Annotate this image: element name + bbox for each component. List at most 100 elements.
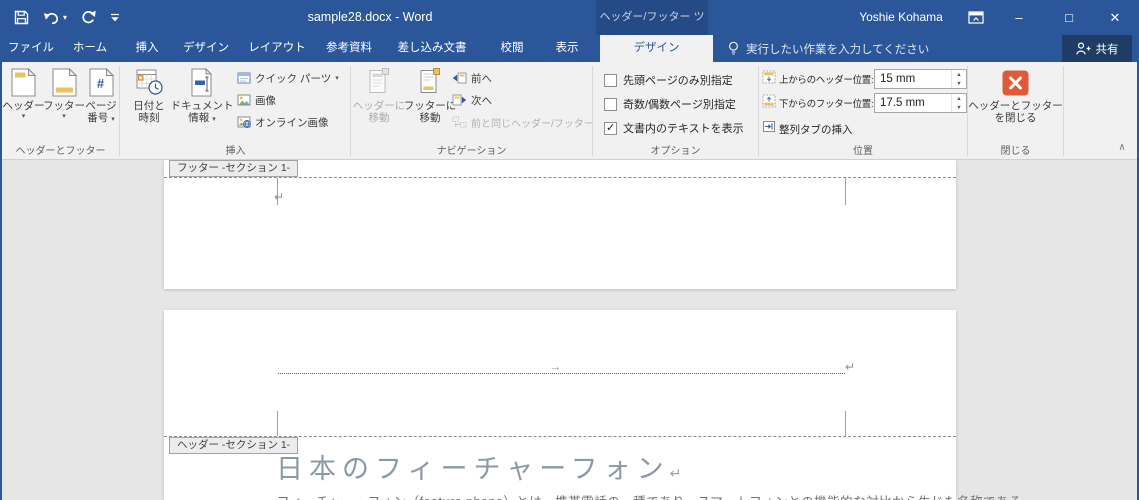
- document-title-text[interactable]: 日本のフィーチャーフォン↵: [276, 447, 681, 486]
- ribbon: ヘッダー ▾ フッター ▾ # ページ 番号 ▾ ヘッダーとフッター 日付と 時…: [0, 62, 1139, 160]
- goto-header-icon: [368, 68, 390, 100]
- next-icon: [452, 94, 467, 106]
- tab-design[interactable]: デザイン: [175, 35, 237, 62]
- header-from-top-spinner[interactable]: ▲ ▼: [874, 69, 967, 89]
- header-from-top-input[interactable]: [875, 70, 951, 88]
- checkbox-different-odd-even[interactable]: 奇数/偶数ページ別指定: [604, 92, 736, 116]
- group-separator: [592, 66, 593, 156]
- link-previous-nav-button[interactable]: 前へ: [452, 67, 594, 89]
- tab-mailings[interactable]: 差し込み文書: [390, 35, 475, 62]
- checkbox-unchecked[interactable]: [604, 97, 617, 111]
- checkbox-unchecked[interactable]: [604, 73, 617, 87]
- ribbon-tab-row: ファイル ホーム 挿入 デザイン レイアウト 参考資料 差し込み文書 校閲 表示…: [0, 35, 1139, 62]
- collapse-ribbon-icon: ∧: [1118, 142, 1126, 153]
- spinner-down-icon[interactable]: ▼: [952, 79, 966, 88]
- goto-footer-button[interactable]: フッターに 移動: [404, 66, 456, 124]
- header-position-icon: [762, 70, 776, 89]
- word-window: ▾ sample28.docx - Word ヘッダー/フッター ツール Yos…: [0, 0, 1139, 500]
- link-to-previous-button-disabled: 前と同じヘッダー/フッター: [452, 111, 594, 133]
- quick-access-toolbar: ▾: [14, 0, 120, 35]
- customize-qat-icon: [111, 13, 120, 21]
- ribbon-display-options-icon: [968, 11, 984, 24]
- document-page-1[interactable]: [164, 160, 956, 289]
- minimize-button[interactable]: –: [1002, 0, 1036, 35]
- online-pictures-icon: [237, 116, 251, 128]
- online-pictures-button[interactable]: オンライン画像: [237, 111, 339, 133]
- maximize-icon: □: [1065, 10, 1073, 25]
- margin-marker: [845, 178, 846, 205]
- group-label-header-footer: ヘッダーとフッター: [15, 146, 106, 157]
- svg-text:#: #: [96, 76, 104, 91]
- group-label-insert: 挿入: [225, 146, 246, 157]
- footer-from-bottom-input[interactable]: [875, 94, 951, 112]
- page-number-icon: #: [89, 68, 114, 100]
- date-time-button[interactable]: 日付と 時刻: [126, 66, 172, 124]
- goto-footer-icon: [419, 68, 441, 100]
- share-button[interactable]: 共有: [1062, 35, 1132, 62]
- ribbon-display-options-button[interactable]: [959, 0, 993, 35]
- paragraph-mark: ↵: [274, 190, 285, 204]
- repeat-button[interactable]: [81, 10, 96, 25]
- collapse-ribbon-button[interactable]: ∧: [1110, 142, 1134, 158]
- checkbox-checked[interactable]: ✓: [604, 121, 617, 135]
- account-user-name[interactable]: Yoshie Kohama: [845, 0, 957, 35]
- save-icon: [14, 10, 29, 25]
- close-window-button[interactable]: ✕: [1098, 0, 1132, 35]
- checkbox-show-document-text[interactable]: ✓ 文書内のテキストを表示: [604, 116, 744, 140]
- lightbulb-icon: [728, 41, 739, 55]
- header-dropdown-button[interactable]: ヘッダー ▾: [3, 66, 45, 124]
- undo-caret-icon[interactable]: ▾: [63, 13, 67, 22]
- spinner-down-icon[interactable]: ▼: [952, 103, 966, 112]
- link-to-previous-icon: [452, 116, 467, 128]
- tab-insert[interactable]: 挿入: [128, 35, 167, 62]
- tab-review[interactable]: 校閲: [493, 35, 532, 62]
- goto-header-button-disabled: ヘッダーに 移動: [353, 66, 405, 124]
- checkbox-different-first-page[interactable]: 先頭ページのみ別指定: [604, 68, 733, 92]
- quick-parts-button[interactable]: クイック パーツ ▾: [237, 67, 339, 89]
- next-nav-button[interactable]: 次へ: [452, 89, 594, 111]
- header-from-top-label: 上からのヘッダー位置:: [779, 75, 874, 86]
- tab-layout[interactable]: レイアウト: [240, 35, 314, 62]
- check-icon: ✓: [606, 121, 616, 134]
- page-number-dropdown-button[interactable]: # ページ 番号 ▾: [84, 66, 118, 124]
- group-position: 上からのヘッダー位置: ▲ ▼ 下からのフッター位置: ▲: [760, 62, 967, 159]
- tab-view[interactable]: 表示: [548, 35, 587, 62]
- group-separator: [350, 66, 351, 156]
- pictures-icon: [237, 94, 251, 106]
- caret-down-icon: ▾: [111, 116, 115, 123]
- close-header-footer-icon: [1002, 70, 1029, 100]
- footer-position-icon: [762, 94, 776, 113]
- footer-section-tag: フッター -セクション 1-: [169, 160, 299, 177]
- tell-me-box[interactable]: 実行したい作業を入力してください: [728, 35, 929, 62]
- document-body-first-line[interactable]: フィーチャー・フォン（feature phone）とは、携帯電話の一種であり、ス…: [277, 491, 1035, 500]
- margin-marker: [845, 411, 846, 436]
- tab-headerfooter-design-active[interactable]: デザイン: [600, 35, 713, 62]
- undo-button[interactable]: ▾: [43, 11, 67, 25]
- footer-dropdown-button[interactable]: フッター ▾: [43, 66, 85, 124]
- insert-alignment-tab-button[interactable]: 整列タブの挿入: [762, 118, 853, 140]
- maximize-button[interactable]: □: [1052, 0, 1086, 35]
- save-button[interactable]: [14, 10, 29, 25]
- footer-from-bottom-spinner[interactable]: ▲ ▼: [874, 93, 967, 113]
- contextual-tool-header: ヘッダー/フッター ツール: [596, 0, 708, 58]
- document-info-dropdown-button[interactable]: ドキュメント 情報 ▾: [171, 66, 234, 124]
- repeat-icon: [82, 10, 96, 24]
- footer-from-bottom-label: 下からのフッター位置:: [779, 99, 874, 110]
- share-label: 共有: [1095, 43, 1119, 56]
- spinner-up-icon[interactable]: ▲: [952, 94, 966, 103]
- caret-down-icon: ▾: [62, 113, 66, 120]
- paragraph-mark: ↵: [669, 465, 682, 481]
- caret-down-icon: ▾: [335, 75, 339, 82]
- tab-home[interactable]: ホーム: [65, 35, 115, 62]
- group-label-options: オプション: [650, 146, 701, 157]
- tab-file[interactable]: ファイル: [0, 35, 62, 62]
- group-separator: [119, 66, 120, 156]
- spinner-up-icon[interactable]: ▲: [952, 70, 966, 79]
- pictures-button[interactable]: 画像: [237, 89, 339, 111]
- tab-character-mark: →: [550, 361, 561, 373]
- header-underline: [278, 373, 845, 374]
- title-bar: ▾ sample28.docx - Word ヘッダー/フッター ツール Yos…: [0, 0, 1139, 58]
- close-header-footer-button[interactable]: ヘッダーとフッター を閉じる: [968, 62, 1063, 124]
- customize-quick-access-button[interactable]: [110, 13, 120, 23]
- tab-references[interactable]: 参考資料: [318, 35, 380, 62]
